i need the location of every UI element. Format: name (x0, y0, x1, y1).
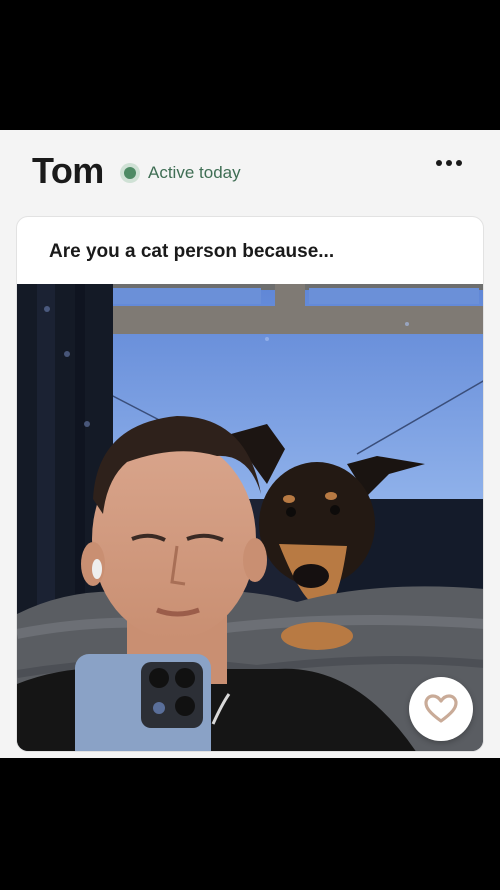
photo-illustration (17, 284, 483, 751)
active-dot-icon (120, 163, 140, 183)
profile-photo[interactable] (17, 284, 483, 751)
like-button[interactable] (409, 677, 473, 741)
active-status-label: Active today (148, 163, 241, 182)
menu-dot (436, 160, 442, 166)
prompt-question: Are you a cat person because... (49, 241, 335, 262)
menu-dot (456, 160, 462, 166)
active-status: Active today (120, 163, 241, 183)
photo-prompt-card: Are you a cat person because... (16, 216, 484, 752)
more-options-icon[interactable] (436, 158, 462, 168)
profile-screen: Tom Active today Are you a cat person be… (0, 130, 500, 758)
menu-dot (446, 160, 452, 166)
profile-name: Tom (32, 150, 104, 191)
heart-outline-icon (424, 694, 458, 723)
profile-header: Tom Active today (0, 130, 500, 215)
